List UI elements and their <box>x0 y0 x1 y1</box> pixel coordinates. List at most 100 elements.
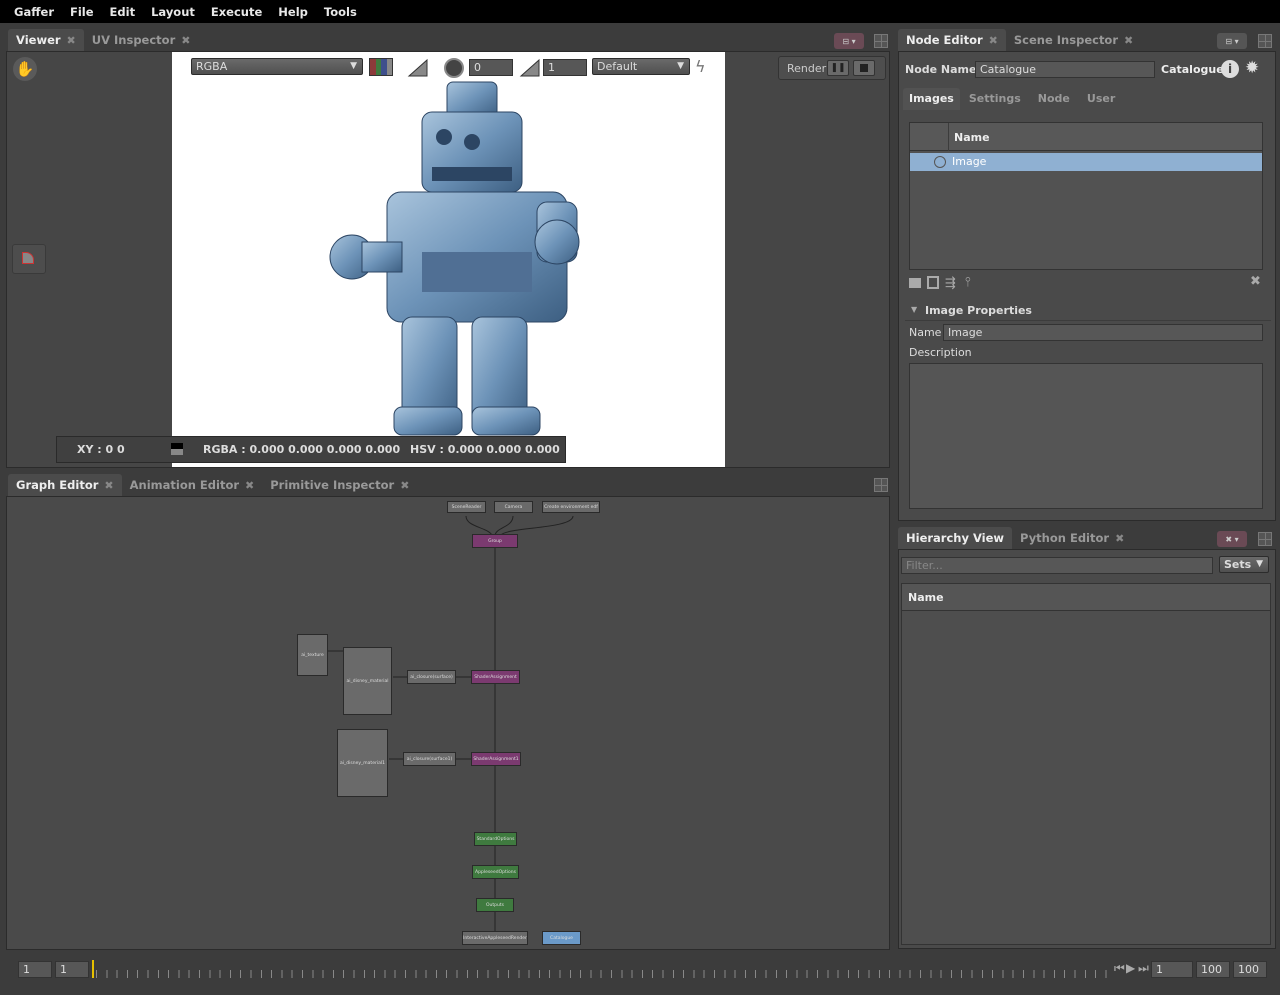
layout-split-icon[interactable] <box>1258 532 1272 546</box>
node-name-field[interactable]: Catalogue <box>975 61 1155 78</box>
sets-dropdown[interactable]: Sets ▼ <box>1219 556 1269 573</box>
display-transform-dropdown[interactable]: Default ▼ <box>592 58 690 75</box>
channel-dropdown[interactable]: RGBA ▼ <box>191 58 363 75</box>
pause-button[interactable]: ❚❚ <box>827 60 849 76</box>
node-scenereader[interactable]: SceneReader <box>447 501 486 513</box>
timeline-start-field[interactable]: 1 <box>18 961 52 978</box>
play-icon[interactable]: ▶ <box>1126 961 1135 975</box>
pin-icon[interactable]: ⫯ <box>965 275 971 290</box>
node-camera[interactable]: Camera <box>494 501 533 513</box>
description-field[interactable] <box>909 363 1263 509</box>
layout-menu-button[interactable]: ⊟ ▾ <box>1217 33 1247 49</box>
exposure-field[interactable]: 0 <box>469 59 513 76</box>
node-shaderassignment[interactable]: ShaderAssignment <box>471 670 520 684</box>
node-ai-closure-surface1[interactable]: ai_closure(surface1) <box>403 752 456 766</box>
menu-tools[interactable]: Tools <box>316 5 365 19</box>
timeline-end-field[interactable]: 100 <box>1196 961 1230 978</box>
close-icon[interactable]: ✖ <box>181 34 190 47</box>
timeline-playhead[interactable] <box>92 960 94 978</box>
image-canvas[interactable] <box>172 52 725 467</box>
timeline-frame-field[interactable]: 1 <box>1151 961 1193 978</box>
duplicate-icon[interactable] <box>927 276 939 289</box>
node-ai-disney-material[interactable]: ai_disney_material <box>343 647 392 715</box>
subtab-images[interactable]: Images <box>903 88 960 110</box>
node-standardoptions[interactable]: StandardOptions <box>474 832 517 846</box>
node-outputs[interactable]: Outputs <box>476 898 514 912</box>
extract-icon[interactable]: ⇶ <box>945 276 956 291</box>
tab-uv-inspector[interactable]: UV Inspector ✖ <box>84 29 199 51</box>
crop-tool-icon[interactable] <box>12 244 46 274</box>
node-shaderassignment1[interactable]: ShaderAssignment1 <box>471 752 521 766</box>
layout-split-icon[interactable] <box>874 34 888 48</box>
node-ai-disney-material1[interactable]: ai_disney_material1 <box>337 729 388 797</box>
image-name-field[interactable]: Image <box>943 324 1263 341</box>
stop-button[interactable] <box>853 60 875 76</box>
channel-color-icon[interactable] <box>369 58 393 76</box>
image-list[interactable]: Name Image <box>909 122 1263 270</box>
node-create-environment[interactable]: Create environment edf <box>542 501 600 513</box>
node-name-value: Catalogue <box>980 63 1036 76</box>
info-icon[interactable]: i <box>1221 60 1239 78</box>
close-icon[interactable]: ✖ <box>1124 34 1133 47</box>
subtab-user[interactable]: User <box>1078 88 1124 110</box>
list-item[interactable]: Image <box>910 153 1262 171</box>
menu-execute[interactable]: Execute <box>203 5 270 19</box>
layout-menu-button[interactable]: ⊟ ▾ <box>834 33 864 49</box>
section-collapse-icon[interactable]: ▼ <box>911 305 917 314</box>
tab-python-editor[interactable]: Python Editor ✖ <box>1012 527 1132 549</box>
menu-file[interactable]: File <box>62 5 102 19</box>
viewer-viewport[interactable]: ✋ RGBA ▼ 0 1 Default ▼ ϟ Render ❚❚ XY: … <box>6 51 890 468</box>
filter-field[interactable]: Filter... <box>901 557 1213 574</box>
hierarchy-tree[interactable]: Name <box>901 583 1271 945</box>
node-ai-texture[interactable]: ai_texture <box>297 634 328 676</box>
gear-icon[interactable]: ✹ <box>1245 58 1259 78</box>
skip-start-icon[interactable]: ⏮ <box>1114 961 1125 976</box>
robot-render-image <box>329 81 580 436</box>
node-interactive-render[interactable]: InteractiveAppleseedRender <box>462 931 528 945</box>
folder-icon[interactable] <box>909 278 921 288</box>
gamma-icon <box>519 58 541 78</box>
clipping-icon[interactable] <box>407 58 429 78</box>
list-header-name: Name <box>954 131 990 144</box>
node-catalogue[interactable]: Catalogue <box>542 931 581 945</box>
close-icon[interactable]: ✖ <box>400 479 409 492</box>
menu-layout[interactable]: Layout <box>143 5 203 19</box>
tab-scene-inspector[interactable]: Scene Inspector ✖ <box>1006 29 1141 51</box>
pan-tool-icon[interactable]: ✋ <box>13 57 37 81</box>
tab-viewer[interactable]: Viewer ✖ <box>8 29 84 51</box>
subtab-settings[interactable]: Settings <box>960 88 1030 110</box>
close-icon[interactable]: ✖ <box>67 34 76 47</box>
lightning-icon[interactable]: ϟ <box>695 57 706 76</box>
skip-end-icon[interactable]: ⏭ <box>1138 961 1149 976</box>
tab-node-editor[interactable]: Node Editor ✖ <box>898 29 1006 51</box>
graph-tabbar: Graph Editor ✖ Animation Editor ✖ Primitiv… <box>8 474 417 496</box>
tab-primitive-inspector[interactable]: Primitive Inspector ✖ <box>262 474 417 496</box>
timeline-end-value: 100 <box>1201 963 1222 976</box>
timeline-slider[interactable] <box>92 958 1112 982</box>
layout-split-icon[interactable] <box>1258 34 1272 48</box>
layout-menu-button[interactable]: ✖ ▾ <box>1217 531 1247 547</box>
tab-animation-editor[interactable]: Animation Editor ✖ <box>122 474 263 496</box>
subtab-node[interactable]: Node <box>1030 88 1078 110</box>
menu-edit[interactable]: Edit <box>102 5 144 19</box>
close-icon[interactable]: ✖ <box>104 479 113 492</box>
layout-split-icon[interactable] <box>874 478 888 492</box>
close-icon[interactable]: ✖ <box>989 34 998 47</box>
menu-gaffer[interactable]: Gaffer <box>6 5 62 19</box>
tab-graph-editor[interactable]: Graph Editor ✖ <box>8 474 122 496</box>
node-appleseedoptions[interactable]: AppleseedOptions <box>472 865 519 879</box>
timeline-range-end-field[interactable]: 100 <box>1233 961 1267 978</box>
remove-icon[interactable]: ✖ <box>1250 274 1261 289</box>
menu-help[interactable]: Help <box>270 5 316 19</box>
close-icon[interactable]: ✖ <box>245 479 254 492</box>
name-label: Name <box>909 326 942 339</box>
gamma-field[interactable]: 1 <box>543 59 587 76</box>
graph-connections <box>328 515 574 931</box>
graph-canvas[interactable]: SceneReader Camera Create environment ed… <box>6 496 890 950</box>
close-icon[interactable]: ✖ <box>1115 532 1124 545</box>
section-title[interactable]: Image Properties <box>925 304 1032 317</box>
timeline-current-field[interactable]: 1 <box>55 961 89 978</box>
tab-hierarchy-view[interactable]: Hierarchy View <box>898 527 1013 549</box>
node-ai-closure-surface[interactable]: ai_closure(surface) <box>407 670 456 684</box>
node-group[interactable]: Group <box>472 534 518 548</box>
